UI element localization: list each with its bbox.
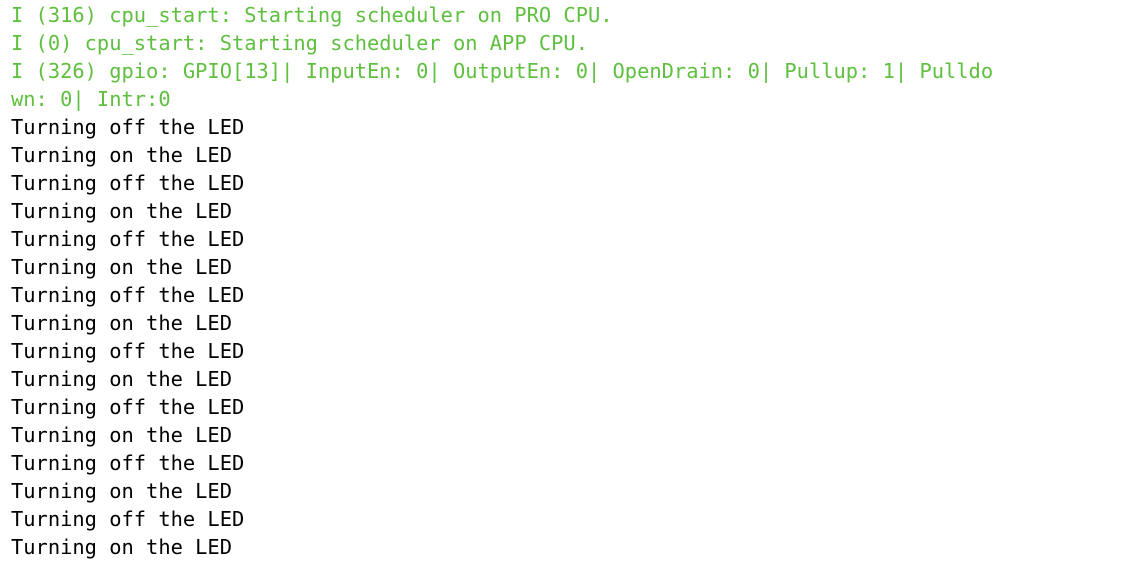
output-line-led-off: Turning off the LED: [11, 339, 245, 363]
output-line-led-off: Turning off the LED: [11, 451, 245, 475]
output-line-led-off: Turning off the LED: [11, 171, 245, 195]
log-line-gpio-config: I (326) gpio: GPIO[13]| InputEn: 0| Outp…: [11, 59, 994, 83]
output-line-led-on: Turning on the LED: [11, 423, 232, 447]
output-line-led-on: Turning on the LED: [11, 255, 232, 279]
output-line-led-off: Turning off the LED: [11, 227, 245, 251]
output-line-led-off: Turning off the LED: [11, 283, 245, 307]
log-line-cpu-start-pro: I (316) cpu_start: Starting scheduler on…: [11, 3, 613, 27]
log-line-cpu-start-app: I (0) cpu_start: Starting scheduler on A…: [11, 31, 588, 55]
output-line-led-on: Turning on the LED: [11, 199, 232, 223]
output-line-led-on: Turning on the LED: [11, 143, 232, 167]
log-line-gpio-config-wrap: wn: 0| Intr:0: [11, 87, 171, 111]
output-line-led-on: Turning on the LED: [11, 479, 232, 503]
output-line-led-off: Turning off the LED: [11, 507, 245, 531]
output-line-led-off: Turning off the LED: [11, 115, 245, 139]
output-line-led-on: Turning on the LED: [11, 367, 232, 391]
terminal-output[interactable]: I (316) cpu_start: Starting scheduler on…: [0, 0, 1138, 570]
output-line-led-on: Turning on the LED: [11, 535, 232, 559]
output-line-led-on: Turning on the LED: [11, 311, 232, 335]
output-line-led-off: Turning off the LED: [11, 395, 245, 419]
